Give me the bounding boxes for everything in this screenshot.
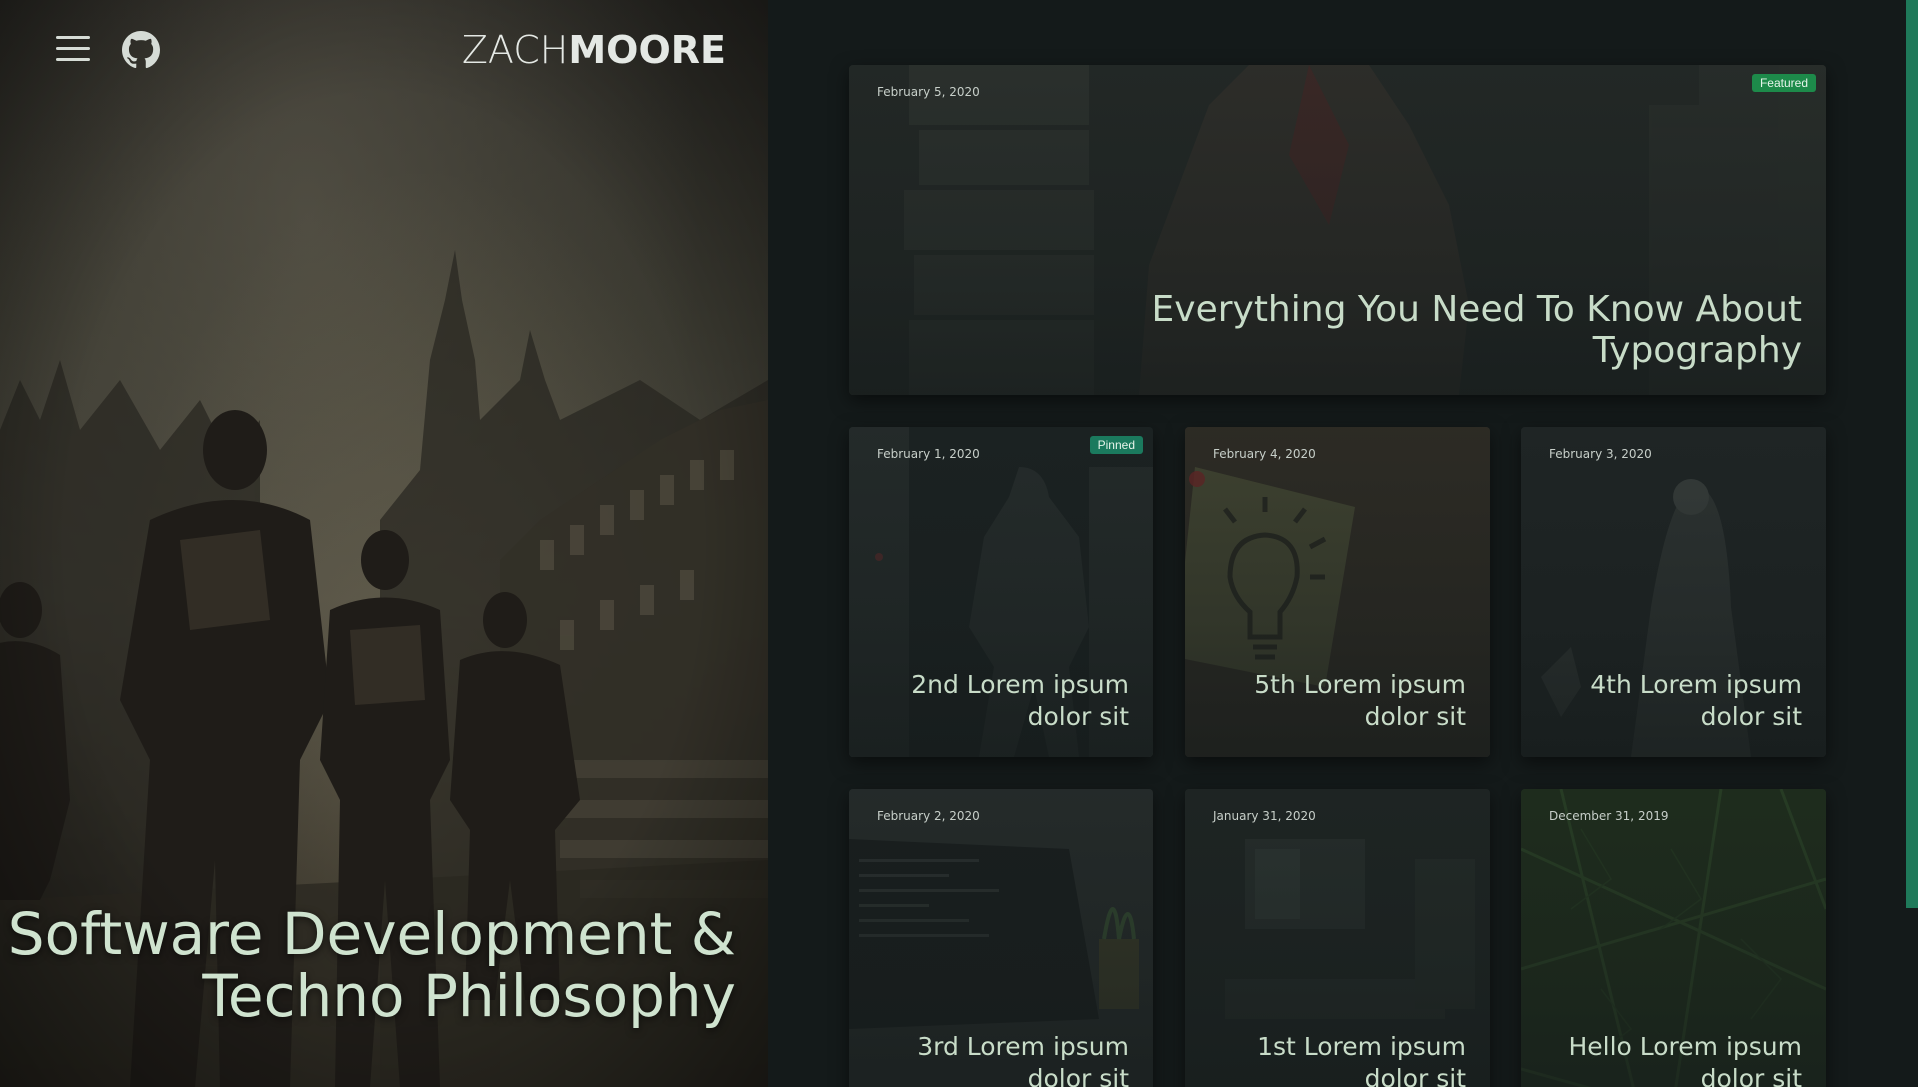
featured-post-title-line1: Everything You Need To Know About <box>1151 289 1802 330</box>
post-date: January 31, 2020 <box>1213 809 1316 823</box>
post-title-line1: Hello Lorem ipsum <box>1568 1032 1802 1061</box>
featured-post-title[interactable]: Everything You Need To Know About Typogr… <box>1152 289 1802 371</box>
hero-panel: ZACHMOORE Software Development & Techno … <box>0 0 768 1087</box>
post-date: December 31, 2019 <box>1549 809 1669 823</box>
post-title-line2: dolor sit <box>1027 1064 1129 1087</box>
post-title-line2: dolor sit <box>1027 702 1129 731</box>
post-title-line1: 3rd Lorem ipsum <box>917 1032 1129 1061</box>
post-card[interactable]: February 3, 2020 4th Lorem ipsum dolor s… <box>1521 427 1826 757</box>
post-date: February 3, 2020 <box>1549 447 1652 461</box>
post-title-line1: 5th Lorem ipsum <box>1254 670 1466 699</box>
posts-area: February 5, 2020 Featured Everything You… <box>768 0 1918 1087</box>
hero-title-line2: Techno Philosophy <box>202 962 736 1030</box>
post-title-line2: dolor sit <box>1700 702 1802 731</box>
post-card[interactable]: December 31, 2019 Hello Lorem ipsum dolo… <box>1521 789 1826 1087</box>
post-date: February 1, 2020 <box>877 447 980 461</box>
post-card[interactable]: February 1, 2020 Pinned 2nd Lorem ipsum … <box>849 427 1153 757</box>
post-title-line2: dolor sit <box>1364 702 1466 731</box>
github-icon[interactable] <box>122 31 160 69</box>
post-date: February 4, 2020 <box>1213 447 1316 461</box>
post-card[interactable]: February 4, 2020 5th Lorem ipsum dolor s… <box>1185 427 1490 757</box>
logo-last-name: MOORE <box>568 28 726 72</box>
logo-first-name: ZACH <box>461 28 569 72</box>
post-title-line2: dolor sit <box>1700 1064 1802 1087</box>
hero-title-line1: Software Development & <box>7 900 736 968</box>
post-title-line1: 1st Lorem ipsum <box>1257 1032 1466 1061</box>
post-title[interactable]: Hello Lorem ipsum dolor sit <box>1568 1031 1802 1087</box>
post-title[interactable]: 3rd Lorem ipsum dolor sit <box>917 1031 1129 1087</box>
scrollbar-thumb[interactable] <box>1906 0 1918 908</box>
featured-badge: Featured <box>1751 74 1816 92</box>
hero-title: Software Development & Techno Philosophy <box>0 903 736 1027</box>
featured-post-date: February 5, 2020 <box>877 85 980 99</box>
post-card[interactable]: February 2, 2020 3rd Lorem ipsum dolor s… <box>849 789 1153 1087</box>
post-card[interactable]: January 31, 2020 1st Lorem ipsum dolor s… <box>1185 789 1490 1087</box>
top-bar: ZACHMOORE <box>0 0 768 100</box>
post-title-line2: dolor sit <box>1364 1064 1466 1087</box>
post-title[interactable]: 4th Lorem ipsum dolor sit <box>1590 669 1802 733</box>
post-title[interactable]: 5th Lorem ipsum dolor sit <box>1254 669 1466 733</box>
post-title[interactable]: 2nd Lorem ipsum dolor sit <box>911 669 1129 733</box>
post-title[interactable]: 1st Lorem ipsum dolor sit <box>1257 1031 1466 1087</box>
featured-post-title-line2: Typography <box>1592 330 1802 371</box>
post-title-line1: 4th Lorem ipsum <box>1590 670 1802 699</box>
hamburger-icon[interactable] <box>56 36 92 64</box>
post-title-line1: 2nd Lorem ipsum <box>911 670 1129 699</box>
scrollbar-track[interactable] <box>1906 0 1918 1087</box>
site-logo[interactable]: ZACHMOORE <box>462 28 726 72</box>
pinned-badge: Pinned <box>1089 436 1143 454</box>
featured-post-card[interactable]: February 5, 2020 Featured Everything You… <box>849 65 1826 395</box>
post-date: February 2, 2020 <box>877 809 980 823</box>
